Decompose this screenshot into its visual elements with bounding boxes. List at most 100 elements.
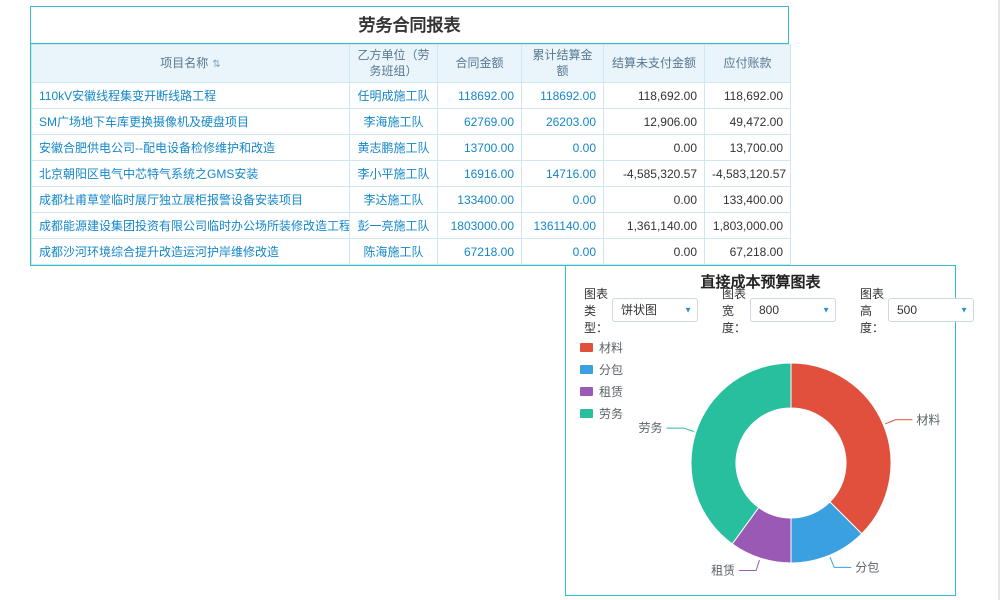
table-row[interactable]: 成都杜甫草堂临时展厅独立展柜报警设备安装项目李达施工队133400.000.00… [32, 187, 791, 213]
table-cell: -4,585,320.57 [604, 161, 705, 187]
chart-width-select[interactable]: 800 [750, 298, 836, 322]
table-cell: 62769.00 [438, 109, 522, 135]
chart-height-select-wrap: 500 ▼ [888, 298, 974, 322]
column-header: 合同金额 [438, 45, 522, 83]
table-row[interactable]: 成都沙河环境综合提升改造运河护岸维修改造陈海施工队67218.000.000.0… [32, 239, 791, 265]
column-header: 项目名称 ⇅ [32, 45, 350, 83]
table-cell: 16916.00 [438, 161, 522, 187]
table-cell: -4,583,120.57 [705, 161, 791, 187]
table-cell: 110kV安徽线程集变开断线路工程 [32, 83, 350, 109]
legend-label: 材料 [599, 339, 623, 356]
column-header: 乙方单位（劳务班组） [350, 45, 438, 83]
table-cell: 67218.00 [438, 239, 522, 265]
sort-icon[interactable]: ⇅ [212, 59, 220, 70]
table-cell: 26203.00 [522, 109, 604, 135]
pie-callout-line [739, 560, 759, 570]
column-header: 累计结算金额 [522, 45, 604, 83]
table-cell: 14716.00 [522, 161, 604, 187]
table-cell: 118692.00 [522, 83, 604, 109]
pie-label-租赁: 租赁 [711, 563, 735, 577]
table-row[interactable]: SM广场地下车库更换摄像机及硬盘项目李海施工队62769.0026203.001… [32, 109, 791, 135]
table-cell: 李海施工队 [350, 109, 438, 135]
chart-body: 材料分包租赁劳务 材料分包租赁劳务 [566, 324, 955, 595]
table-cell: 北京朝阳区电气中芯特气系统之GMS安装 [32, 161, 350, 187]
chart-type-select-wrap: 饼状图 ▼ [612, 298, 698, 322]
table-cell: 49,472.00 [705, 109, 791, 135]
cost-chart-panel: 直接成本预算图表 图表类型： 饼状图 ▼ 图表宽度： 800 ▼ [565, 265, 956, 596]
table-cell: 李小平施工队 [350, 161, 438, 187]
table-cell: 133400.00 [438, 187, 522, 213]
table-cell: 118,692.00 [705, 83, 791, 109]
labor-contract-report: 劳务合同报表 项目名称 ⇅ 乙方单位（劳务班组） 合同金额 累计结算金额 结算未支付金额 应… [30, 6, 789, 266]
table-cell: 成都沙河环境综合提升改造运河护岸维修改造 [32, 239, 350, 265]
pie-callout-line [830, 557, 851, 567]
column-header: 结算未支付金额 [604, 45, 705, 83]
legend-swatch [580, 343, 593, 352]
table-cell: 黄志鹏施工队 [350, 135, 438, 161]
table-cell: 67,218.00 [705, 239, 791, 265]
table-cell: 118,692.00 [604, 83, 705, 109]
table-cell: SM广场地下车库更换摄像机及硬盘项目 [32, 109, 350, 135]
legend-swatch [580, 365, 593, 374]
column-header-label: 乙方单位（劳务班组） [357, 48, 429, 78]
chart-controls: 图表类型： 饼状图 ▼ 图表宽度： 800 ▼ 图表高度： [566, 296, 955, 324]
report-title: 劳务合同报表 [31, 7, 788, 44]
table-cell: 12,906.00 [604, 109, 705, 135]
legend-label: 租赁 [599, 383, 623, 400]
pie-label-材料: 材料 [916, 413, 940, 427]
legend-swatch [580, 409, 593, 418]
column-header-label: 应付账款 [723, 56, 771, 70]
table-cell: 1,803,000.00 [705, 213, 791, 239]
header-row: 项目名称 ⇅ 乙方单位（劳务班组） 合同金额 累计结算金额 结算未支付金额 应付账款 [32, 45, 791, 83]
table-cell: 彭一亮施工队 [350, 213, 438, 239]
table-cell: 0.00 [604, 239, 705, 265]
table-cell: 成都杜甫草堂临时展厅独立展柜报警设备安装项目 [32, 187, 350, 213]
table-cell: 0.00 [604, 135, 705, 161]
table-cell: 任明成施工队 [350, 83, 438, 109]
legend-label: 劳务 [599, 405, 623, 422]
chart-legend: 材料分包租赁劳务 [580, 339, 623, 422]
legend-item-租赁[interactable]: 租赁 [580, 383, 623, 400]
legend-item-材料[interactable]: 材料 [580, 339, 623, 356]
pie-label-分包: 分包 [855, 560, 879, 574]
table-cell: 1,361,140.00 [604, 213, 705, 239]
column-header-label: 合同金额 [455, 56, 503, 70]
table-cell: 0.00 [522, 239, 604, 265]
table-cell: 13,700.00 [705, 135, 791, 161]
page: 劳务合同报表 项目名称 ⇅ 乙方单位（劳务班组） 合同金额 累计结算金额 结算未支付金额 应… [0, 0, 1000, 600]
report-table-body: 110kV安徽线程集变开断线路工程任明成施工队118692.00118692.0… [32, 83, 791, 265]
chart-height-select[interactable]: 500 [888, 298, 974, 322]
pie-callout-line [885, 420, 912, 424]
table-cell: 133,400.00 [705, 187, 791, 213]
report-table: 项目名称 ⇅ 乙方单位（劳务班组） 合同金额 累计结算金额 结算未支付金额 应付账款 110… [31, 44, 791, 265]
legend-swatch [580, 387, 593, 396]
table-cell: 0.00 [522, 135, 604, 161]
report-table-head: 项目名称 ⇅ 乙方单位（劳务班组） 合同金额 累计结算金额 结算未支付金额 应付账款 [32, 45, 791, 83]
table-cell: 陈海施工队 [350, 239, 438, 265]
pie-label-劳务: 劳务 [639, 420, 663, 435]
table-cell: 李达施工队 [350, 187, 438, 213]
table-cell: 118692.00 [438, 83, 522, 109]
column-header-label: 结算未支付金额 [612, 56, 696, 70]
table-cell: 0.00 [604, 187, 705, 213]
column-header: 应付账款 [705, 45, 791, 83]
chart-type-select[interactable]: 饼状图 [612, 298, 698, 322]
table-row[interactable]: 北京朝阳区电气中芯特气系统之GMS安装李小平施工队16916.0014716.0… [32, 161, 791, 187]
table-cell: 1803000.00 [438, 213, 522, 239]
table-cell: 13700.00 [438, 135, 522, 161]
pie-slice-材料[interactable] [791, 363, 891, 534]
legend-item-劳务[interactable]: 劳务 [580, 405, 623, 422]
table-cell: 安徽合肥供电公司--配电设备检修维护和改造 [32, 135, 350, 161]
legend-label: 分包 [599, 361, 623, 378]
table-row[interactable]: 110kV安徽线程集变开断线路工程任明成施工队118692.00118692.0… [32, 83, 791, 109]
chart-width-select-wrap: 800 ▼ [750, 298, 836, 322]
table-cell: 0.00 [522, 187, 604, 213]
column-header-label: 项目名称 [160, 56, 208, 70]
table-cell: 1361140.00 [522, 213, 604, 239]
pie-callout-line [667, 428, 694, 431]
table-row[interactable]: 成都能源建设集团投资有限公司临时办公场所装修改造工程EPC彭一亮施工队18030… [32, 213, 791, 239]
table-cell: 成都能源建设集团投资有限公司临时办公场所装修改造工程EPC [32, 213, 350, 239]
table-row[interactable]: 安徽合肥供电公司--配电设备检修维护和改造黄志鹏施工队13700.000.000… [32, 135, 791, 161]
column-header-label: 累计结算金额 [532, 48, 592, 78]
legend-item-分包[interactable]: 分包 [580, 361, 623, 378]
